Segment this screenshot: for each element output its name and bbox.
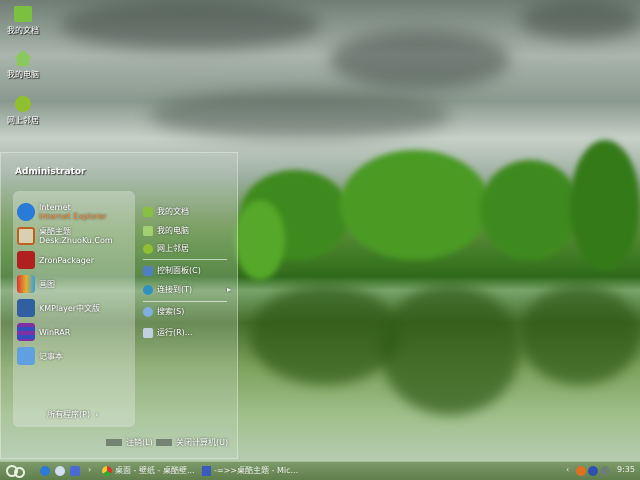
program-winrar[interactable]: WinRAR [17, 323, 133, 341]
notepad-icon [17, 347, 35, 365]
task-label: -=>>桌酷主题 - Mic... [214, 466, 299, 475]
place-my-documents[interactable]: 我的文档 [143, 206, 189, 217]
control-panel-icon [143, 265, 153, 276]
shutdown-button[interactable]: 关闭计算机(U) [156, 437, 228, 448]
program-title: Internet [39, 203, 71, 212]
logoff-button[interactable]: 注销(L) [106, 437, 153, 448]
place-network[interactable]: 网上邻居 [143, 243, 189, 254]
program-zhuoku-theme[interactable]: 桌酷主题 Desk.ZhuoKu.Com [17, 227, 133, 245]
start-menu: Administrator Internet Internet Explorer … [0, 152, 238, 459]
place-run[interactable]: 运行(R)... [143, 327, 192, 338]
program-zronpackager[interactable]: ZronPackager [17, 251, 133, 269]
theme-icon [17, 227, 35, 245]
folder-icon [143, 206, 153, 217]
tray-expand-icon[interactable]: ‹ [566, 465, 569, 474]
taskbar-item-word[interactable]: -=>>桌酷主题 - Mic... [202, 465, 298, 476]
ie-icon[interactable] [40, 466, 50, 476]
icon-label: 我的文档 [7, 26, 39, 35]
place-my-computer[interactable]: 我的电脑 [143, 225, 189, 236]
all-programs-button[interactable]: 所有程序(P) › [47, 409, 98, 420]
pinned-programs: Internet Internet Explorer 桌酷主题 Desk.ZhuoK… [13, 191, 135, 427]
icon-label: 我的电脑 [7, 70, 39, 79]
program-kmplayer[interactable]: KMPlayer中文版 [17, 299, 133, 317]
connect-icon [143, 284, 153, 295]
program-paint[interactable]: 画图 [17, 275, 133, 293]
home-icon [14, 50, 32, 66]
place-label: 运行(R)... [157, 328, 193, 337]
desktop-icon-my-documents[interactable]: 我的文档 [0, 6, 46, 36]
winrar-icon [17, 323, 35, 341]
start-button[interactable] [6, 464, 28, 479]
desktop-icon[interactable] [70, 466, 80, 476]
program-title: ZronPackager [39, 255, 95, 265]
home-icon [143, 225, 153, 236]
program-notepad[interactable]: 记事本 [17, 347, 133, 365]
divider [143, 301, 227, 302]
place-label: 搜索(S) [157, 307, 185, 316]
globe-icon [143, 243, 153, 254]
program-title: 记事本 [39, 351, 63, 361]
program-title: WinRAR [39, 327, 71, 337]
quicklaunch-expand-icon[interactable]: › [88, 465, 91, 474]
place-label: 网上邻居 [157, 244, 189, 253]
place-control-panel[interactable]: 控制面板(C) [143, 265, 201, 276]
place-connect-to[interactable]: 连接到(T) ▸ [143, 284, 231, 295]
place-label: 我的文档 [157, 207, 189, 216]
program-subtitle: Desk.ZhuoKu.Com [39, 236, 113, 245]
search-icon [143, 306, 153, 317]
place-label: 连接到(T) [157, 285, 193, 294]
ime-icon[interactable] [600, 466, 610, 476]
logoff-label: 注销(L) [126, 438, 153, 447]
program-title: KMPlayer中文版 [39, 303, 101, 313]
program-internet-explorer[interactable]: Internet Internet Explorer [17, 203, 133, 221]
qq-icon[interactable] [576, 466, 586, 476]
network-icon[interactable] [588, 466, 598, 476]
user-name: Administrator [15, 167, 86, 177]
clock[interactable]: 9:35 [617, 465, 635, 474]
arrow-right-icon: › [95, 410, 99, 419]
desktop-icon-my-computer[interactable]: 我的电脑 [0, 50, 46, 80]
all-programs-label: 所有程序(P) [47, 410, 91, 419]
run-icon [143, 327, 153, 338]
taskbar: › 桌面 - 壁纸 - 桌酷壁... -=>>桌酷主题 - Mic... ‹ 9… [0, 461, 640, 480]
kmplayer-icon [17, 299, 35, 317]
divider [143, 259, 227, 260]
logoff-icon [106, 439, 122, 446]
word-icon [202, 465, 211, 476]
ie-icon [17, 203, 35, 221]
globe-icon [15, 96, 31, 112]
start-orb-icon [14, 467, 25, 478]
folder-icon [14, 6, 32, 22]
taskbar-item-chrome[interactable]: 桌面 - 壁纸 - 桌酷壁... [102, 465, 195, 476]
media-player-icon[interactable] [55, 466, 65, 476]
program-title: 桌酷主题 [39, 227, 71, 236]
place-label: 控制面板(C) [157, 266, 201, 275]
icon-label: 网上邻居 [7, 116, 39, 125]
chrome-icon [102, 465, 112, 476]
desktop-icon-network[interactable]: 网上邻居 [0, 96, 46, 126]
arrow-right-icon: ▸ [226, 285, 231, 294]
place-label: 我的电脑 [157, 226, 189, 235]
place-search[interactable]: 搜索(S) [143, 306, 184, 317]
shutdown-icon [156, 439, 172, 446]
task-label: 桌面 - 壁纸 - 桌酷壁... [115, 466, 195, 475]
program-subtitle: Internet Explorer [39, 212, 107, 221]
shutdown-label: 关闭计算机(U) [176, 438, 229, 447]
package-icon [17, 251, 35, 269]
program-title: 画图 [39, 279, 55, 289]
paint-icon [17, 275, 35, 293]
